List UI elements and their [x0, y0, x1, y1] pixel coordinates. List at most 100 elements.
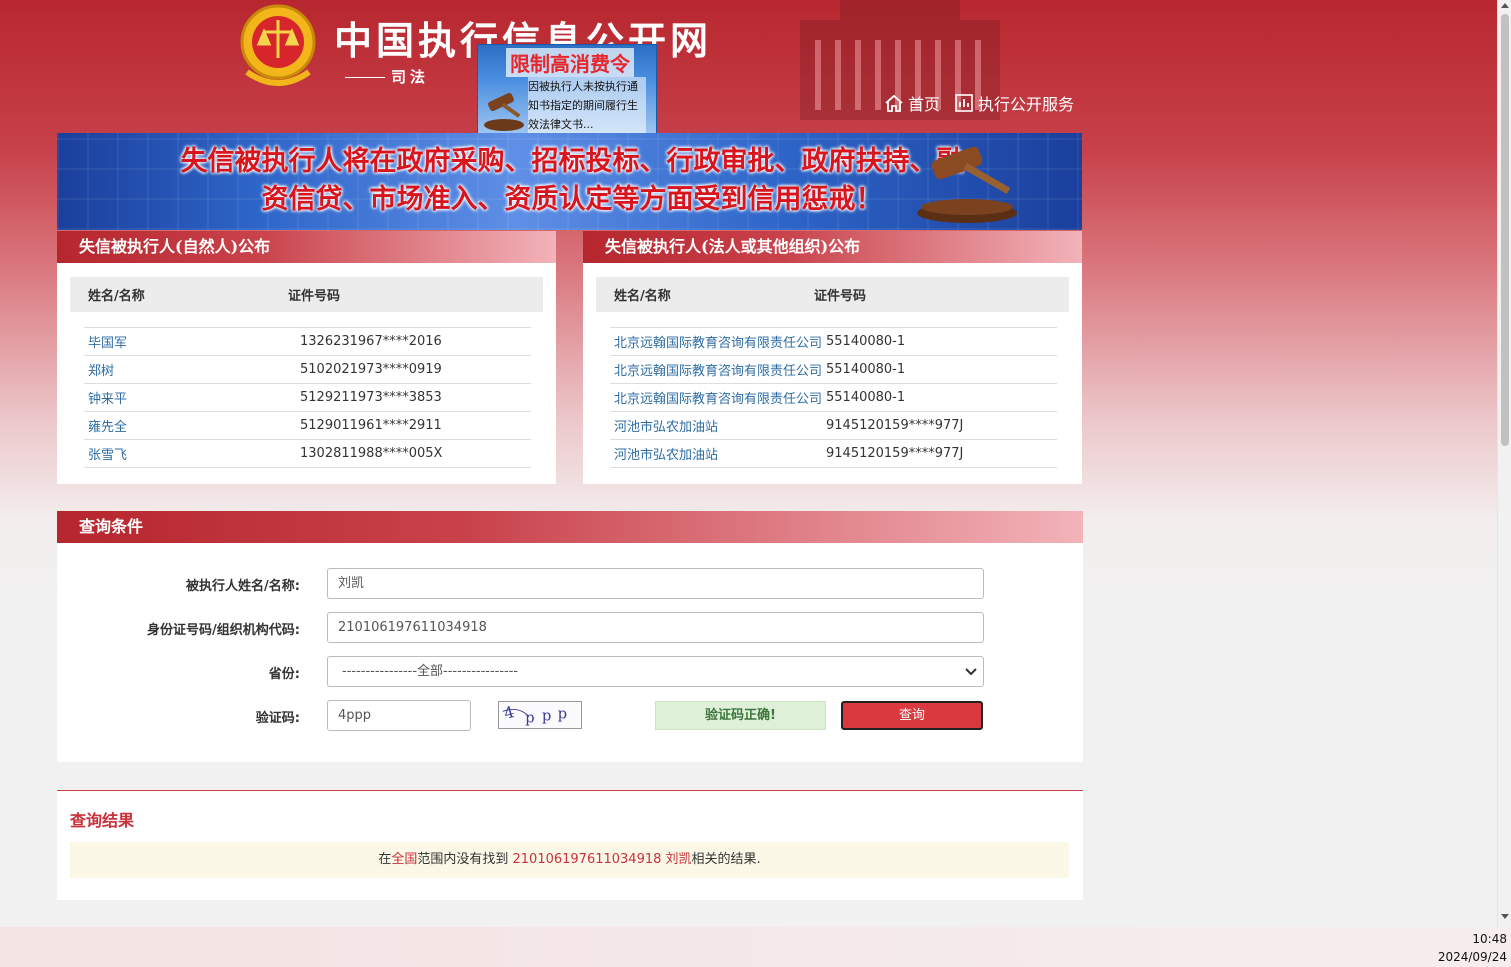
captcha-char: 4: [502, 702, 517, 723]
chevron-down-icon: [965, 667, 977, 675]
name-input[interactable]: 刘凯: [327, 568, 984, 599]
org-name-link[interactable]: 北京远翰国际教育咨询有限责任公司: [610, 388, 826, 407]
table-row: 北京远翰国际教育咨询有限责任公司 55140080-1: [610, 384, 1057, 412]
table-row: 北京远翰国际教育咨询有限责任公司 55140080-1: [610, 328, 1057, 356]
org-name-link[interactable]: 北京远翰国际教育咨询有限责任公司: [610, 360, 826, 379]
search-title: 查询条件: [57, 511, 1083, 543]
captcha-image[interactable]: 4 p p p: [498, 701, 582, 729]
id-number: 5129211973****3853: [300, 390, 442, 405]
panel-title: 失信被执行人(法人或其他组织)公布: [583, 231, 1082, 263]
province-select[interactable]: ----------------全部----------------: [327, 656, 984, 687]
query-button[interactable]: 查询: [841, 701, 983, 730]
msg-suffix: 相关的结果.: [691, 852, 761, 867]
captcha-status-badge: 验证码正确!: [655, 701, 826, 730]
vertical-scrollbar[interactable]: [1497, 0, 1511, 927]
table-body: 毕国军 1326231967****2016 郑树 5102021973****…: [84, 327, 531, 468]
top-nav: 首页 执行公开服务: [884, 91, 1074, 115]
site-header: 中国执行信息公开网 司法 首页 执行公开服务: [0, 0, 1370, 132]
results-section: 查询结果 在全国范围内没有找到 210106197611034918 刘凯相关的…: [57, 790, 1083, 900]
scroll-thumb[interactable]: [1501, 14, 1509, 446]
id-number: 55140080-1: [826, 362, 906, 377]
column-header-id: 证件号码: [814, 289, 867, 304]
nav-execution-service-label: 执行公开服务: [978, 95, 1075, 114]
table-row: 北京远翰国际教育咨询有限责任公司 55140080-1: [610, 356, 1057, 384]
taskbar: 10:48 2024/09/24: [0, 927, 1511, 967]
person-name-link[interactable]: 张雪飞: [84, 444, 300, 463]
msg-prefix: 在: [378, 852, 392, 867]
table-row: 张雪飞 1302811988****005X: [84, 440, 531, 468]
msg-scope: 全国: [391, 852, 418, 867]
id-number: 5129011961****2911: [300, 418, 442, 433]
nav-home-label: 首页: [908, 95, 941, 114]
search-form: 查询条件 被执行人姓名/名称: 刘凯 身份证号码/组织机构代码: 2101061…: [57, 511, 1083, 762]
gavel-icon: [917, 146, 1017, 223]
captcha-row: 验证码: 4ppp 4 p p p 验证码正确! 查询: [57, 700, 1083, 732]
msg-query: 210106197611034918 刘凯: [512, 852, 692, 867]
person-name-link[interactable]: 郑树: [84, 360, 300, 379]
table-row: 钟来平 5129211973****3853: [84, 384, 531, 412]
browser-page: 中国执行信息公开网 司法 首页 执行公开服务 限制高消费令 因被执行人未按执行通…: [0, 0, 1497, 927]
id-number: 55140080-1: [826, 390, 906, 405]
person-name-link[interactable]: 钟来平: [84, 388, 300, 407]
org-name-link[interactable]: 北京远翰国际教育咨询有限责任公司: [610, 332, 826, 351]
clock-time: 10:48: [1472, 932, 1507, 946]
table-row: 河池市弘农加油站 9145120159****977J: [610, 412, 1057, 440]
table-row: 毕国军 1326231967****2016: [84, 328, 531, 356]
scroll-up-arrow-icon[interactable]: [1501, 3, 1509, 8]
name-row: 被执行人姓名/名称: 刘凯: [57, 568, 1083, 600]
gavel-icon: [484, 92, 524, 131]
organization-panel: 失信被执行人(法人或其他组织)公布 姓名/名称 证件号码 北京远翰国际教育咨询有…: [583, 231, 1082, 484]
bar-chart-icon: [955, 94, 973, 112]
org-name-link[interactable]: 河池市弘农加油站: [610, 416, 826, 435]
clock-date: 2024/09/24: [1437, 950, 1507, 964]
table-header: 姓名/名称 证件号码: [596, 277, 1069, 312]
scroll-down-arrow-icon[interactable]: [1501, 914, 1509, 919]
popup-text: 因被执行人未按执行通知书指定的期间履行生效法律文书...: [528, 77, 646, 133]
captcha-char: p: [525, 708, 535, 726]
province-selected-value: ----------------全部----------------: [342, 664, 519, 679]
captcha-input[interactable]: 4ppp: [327, 700, 471, 731]
column-header-name: 姓名/名称: [88, 289, 145, 304]
captcha-char: p: [542, 707, 552, 725]
results-title: 查询结果: [70, 811, 135, 830]
column-header-name: 姓名/名称: [614, 289, 671, 304]
table-row: 郑树 5102021973****0919: [84, 356, 531, 384]
person-name-link[interactable]: 雍先全: [84, 416, 300, 435]
id-number: 9145120159****977J: [826, 418, 964, 433]
captcha-label: 验证码:: [255, 711, 300, 726]
id-number-input[interactable]: 210106197611034918: [327, 612, 984, 643]
table-header: 姓名/名称 证件号码: [70, 277, 543, 312]
id-number: 1302811988****005X: [300, 446, 443, 461]
id-number: 5102021973****0919: [300, 362, 442, 377]
person-name-link[interactable]: 毕国军: [84, 332, 300, 351]
table-row: 河池市弘农加油站 9145120159****977J: [610, 440, 1057, 468]
floating-ad-popup[interactable]: 限制高消费令 因被执行人未按执行通知书指定的期间履行生效法律文书...: [477, 44, 657, 134]
id-number: 55140080-1: [826, 334, 906, 349]
captcha-char: p: [558, 705, 568, 723]
table-row: 雍先全 5129011961****2911: [84, 412, 531, 440]
nav-home[interactable]: 首页: [884, 91, 940, 115]
credit-warning-banner: 失信被执行人将在政府采购、招标投标、行政审批、政府扶持、融 资信贷、市场准入、资…: [57, 133, 1082, 230]
panel-title: 失信被执行人(自然人)公布: [57, 231, 556, 263]
id-row: 身份证号码/组织机构代码: 210106197611034918: [57, 612, 1083, 644]
taskbar-clock[interactable]: 10:48 2024/09/24: [1438, 930, 1507, 966]
home-icon: [885, 94, 903, 112]
natural-person-panel: 失信被执行人(自然人)公布 姓名/名称 证件号码 毕国军 1326231967*…: [57, 231, 556, 484]
province-row: 省份: ----------------全部----------------: [57, 656, 1083, 688]
court-emblem-icon: [240, 4, 316, 86]
banner-line-1: 失信被执行人将在政府采购、招标投标、行政审批、政府扶持、融: [180, 146, 964, 177]
province-label: 省份:: [268, 667, 300, 682]
nav-execution-service[interactable]: 执行公开服务: [954, 91, 1074, 115]
org-name-link[interactable]: 河池市弘农加油站: [610, 444, 826, 463]
table-body: 北京远翰国际教育咨询有限责任公司 55140080-1 北京远翰国际教育咨询有限…: [610, 327, 1057, 468]
msg-mid: 范围内没有找到: [417, 852, 513, 867]
banner-text: 失信被执行人将在政府采购、招标投标、行政审批、政府扶持、融 资信贷、市场准入、资…: [147, 143, 997, 219]
banner-line-2: 资信贷、市场准入、资质认定等方面受到信用惩戒！: [261, 184, 883, 215]
site-subtitle: 司法: [391, 68, 430, 86]
name-label: 被执行人姓名/名称:: [186, 579, 300, 594]
id-number: 9145120159****977J: [826, 446, 964, 461]
popup-title: 限制高消费令: [506, 48, 634, 77]
id-label: 身份证号码/组织机构代码:: [147, 623, 300, 638]
results-message: 在全国范围内没有找到 210106197611034918 刘凯相关的结果.: [70, 842, 1069, 878]
id-number: 1326231967****2016: [300, 334, 442, 349]
